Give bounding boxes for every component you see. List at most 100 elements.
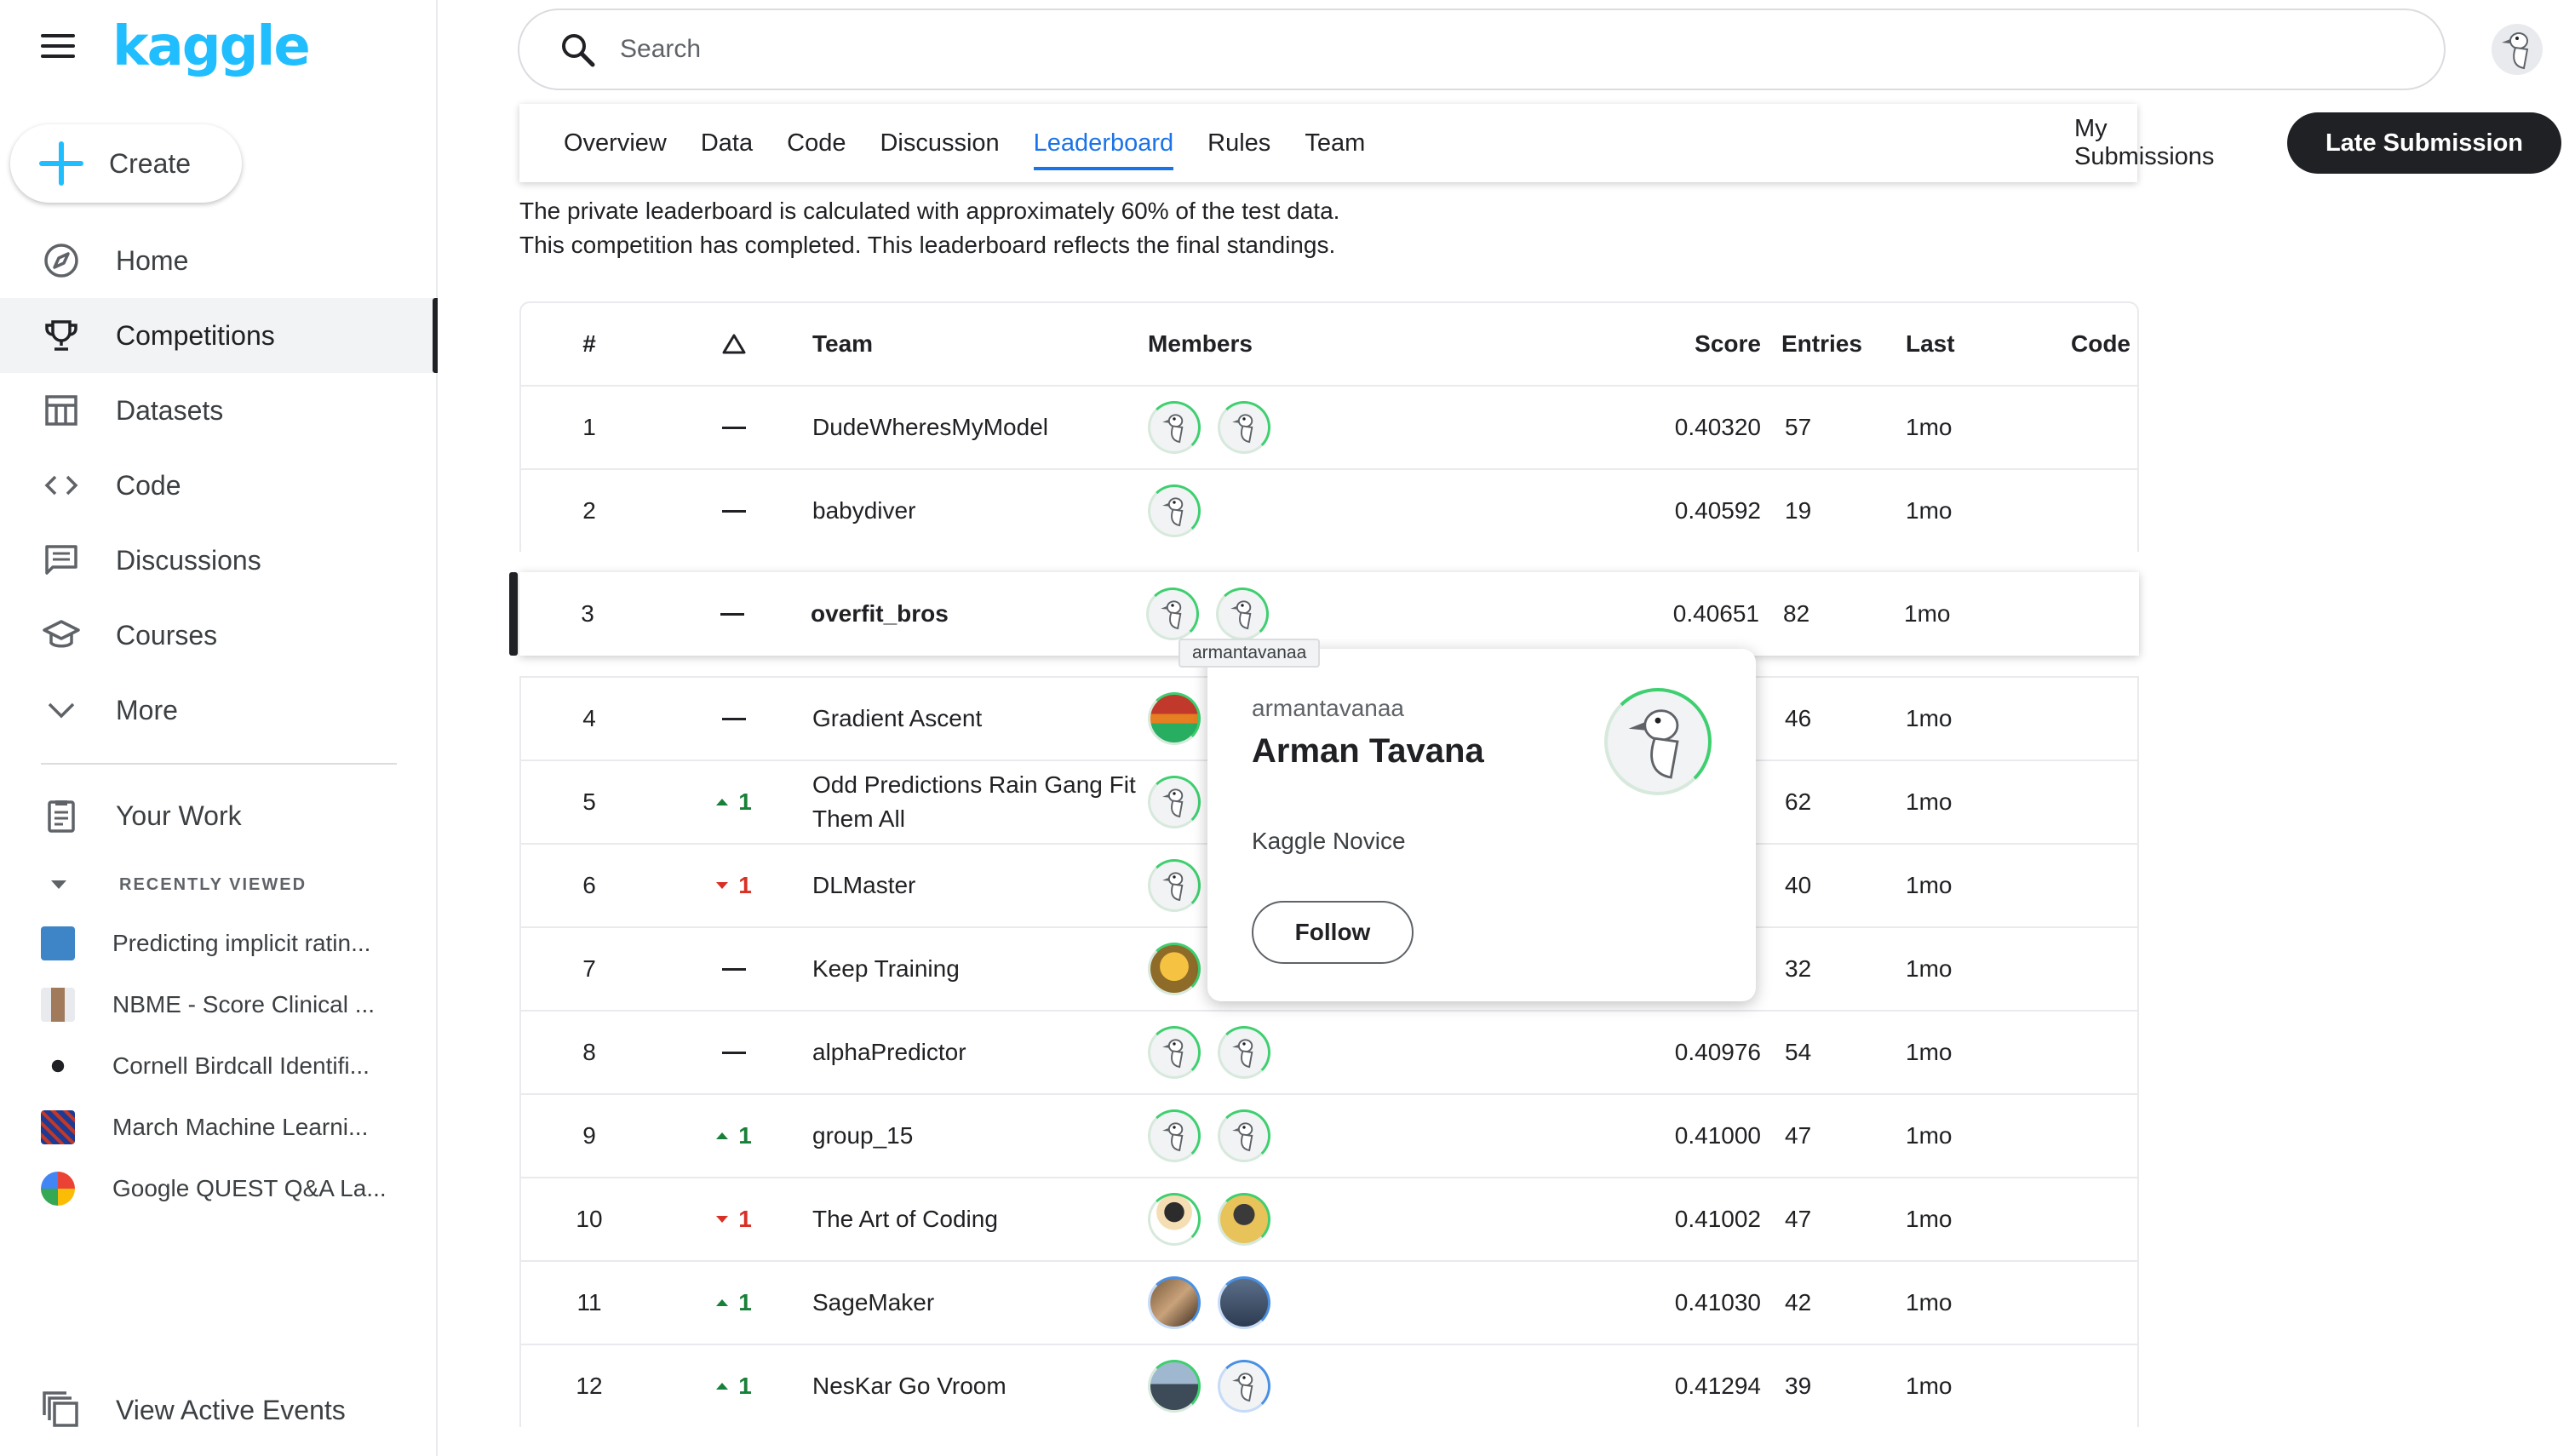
card-tier: Kaggle Novice <box>1252 828 1406 854</box>
header-last[interactable]: Last <box>1906 303 2008 385</box>
tab-discussion[interactable]: Discussion <box>880 104 999 182</box>
team-name[interactable]: The Art of Coding <box>812 1178 1153 1260</box>
member-avatar[interactable] <box>1218 1109 1270 1162</box>
table-row[interactable]: 3 overfit_bros 0.40651 82 1mo <box>509 572 2139 656</box>
members-cell <box>1148 387 1488 468</box>
sidebar-item-code[interactable]: Code <box>0 448 438 523</box>
delta-cell: 1 <box>691 1345 777 1427</box>
member-avatar[interactable] <box>1146 588 1199 640</box>
search-input[interactable] <box>620 35 2238 64</box>
events-icon <box>41 1390 82 1430</box>
create-button[interactable]: Create <box>10 124 242 203</box>
sidebar-item-your-work[interactable]: Your Work <box>0 778 438 853</box>
member-avatar[interactable] <box>1216 588 1269 640</box>
tab-code[interactable]: Code <box>787 104 846 182</box>
view-active-events[interactable]: View Active Events <box>0 1373 438 1447</box>
entries-cell: 47 <box>1785 1122 1812 1149</box>
entries-cell: 46 <box>1785 705 1812 731</box>
member-avatar[interactable] <box>1218 1276 1270 1329</box>
my-submissions-link[interactable]: My Submissions <box>2074 115 2214 171</box>
card-username: armantavanaa <box>1252 695 1405 721</box>
user-avatar[interactable] <box>2492 24 2543 75</box>
team-name[interactable]: babydiver <box>812 470 1153 552</box>
table-row[interactable]: 10 1 The Art of Coding 0.41002 47 1mo <box>519 1177 2139 1260</box>
recent-item[interactable]: Google QUEST Q&A La... <box>41 1158 387 1219</box>
member-avatar[interactable] <box>1148 1276 1201 1329</box>
table-row[interactable]: 8 alphaPredictor 0.40976 54 1mo <box>519 1010 2139 1093</box>
member-avatar[interactable] <box>1218 401 1270 454</box>
team-name[interactable]: DudeWheresMyModel <box>812 387 1153 468</box>
member-avatar[interactable] <box>1218 1026 1270 1079</box>
delta-cell <box>691 387 777 468</box>
tab-leaderboard[interactable]: Leaderboard <box>1033 104 1174 182</box>
header-team[interactable]: Team <box>812 303 1153 385</box>
member-avatar[interactable] <box>1148 1193 1201 1246</box>
table-row[interactable]: 11 1 SageMaker 0.41030 42 1mo <box>519 1260 2139 1344</box>
card-avatar[interactable] <box>1604 688 1712 795</box>
entries-cell: 62 <box>1785 788 1812 815</box>
rank-up-indicator: 1 <box>716 1373 752 1400</box>
rank-up-indicator: 1 <box>716 1289 752 1316</box>
delta-icon <box>722 334 746 354</box>
tab-team[interactable]: Team <box>1305 104 1365 182</box>
entries-cell: 40 <box>1785 872 1812 898</box>
member-avatar[interactable] <box>1148 943 1201 995</box>
search-bar[interactable] <box>518 9 2446 90</box>
table-row[interactable]: 12 1 NesKar Go Vroom 0.41294 39 1mo <box>519 1344 2139 1427</box>
team-name[interactable]: alphaPredictor <box>812 1012 1153 1093</box>
team-name[interactable]: group_15 <box>812 1095 1153 1177</box>
recent-item[interactable]: March Machine Learni... <box>41 1097 387 1158</box>
member-avatar[interactable] <box>1148 776 1201 828</box>
team-name[interactable]: Odd Predictions Rain Gang Fit Them All <box>812 761 1153 843</box>
member-avatar[interactable] <box>1148 859 1201 912</box>
entries-cell: 82 <box>1783 600 1810 627</box>
card-fullname[interactable]: Arman Tavana <box>1252 732 1484 771</box>
header-entries[interactable]: Entries <box>1773 303 1875 385</box>
header-delta[interactable] <box>691 303 777 385</box>
recent-item[interactable]: NBME - Score Clinical ... <box>41 974 387 1035</box>
member-avatar[interactable] <box>1218 1360 1270 1413</box>
header-rank[interactable]: # <box>521 303 657 385</box>
score-cell: 0.41030 <box>1674 1289 1761 1316</box>
arrow-up-icon <box>716 1132 729 1139</box>
caret-down-icon <box>51 880 66 889</box>
tab-data[interactable]: Data <box>701 104 753 182</box>
member-avatar[interactable] <box>1148 1026 1201 1079</box>
late-submission-button[interactable]: Late Submission <box>2287 112 2561 174</box>
team-name[interactable]: overfit_bros <box>811 572 1151 656</box>
team-name[interactable]: DLMaster <box>812 845 1153 926</box>
member-avatar[interactable] <box>1148 1360 1201 1413</box>
sidebar-item-discussions[interactable]: Discussions <box>0 523 438 598</box>
member-avatar[interactable] <box>1148 692 1201 745</box>
recent-item-label: NBME - Score Clinical ... <box>112 991 376 1017</box>
team-name[interactable]: Keep Training <box>812 928 1153 1010</box>
sidebar-item-datasets[interactable]: Datasets <box>0 373 438 448</box>
table-row[interactable]: 9 1 group_15 0.41000 47 1mo <box>519 1093 2139 1177</box>
recent-item[interactable]: Predicting implicit ratin... <box>41 913 387 974</box>
follow-button[interactable]: Follow <box>1252 901 1414 964</box>
member-avatar[interactable] <box>1148 401 1201 454</box>
rank-cell: 9 <box>582 1122 596 1149</box>
recently-viewed-toggle[interactable]: RECENTLY VIEWED <box>41 872 307 897</box>
sidebar-item-competitions[interactable]: Competitions <box>0 298 438 373</box>
tab-overview[interactable]: Overview <box>564 104 667 182</box>
member-avatar[interactable] <box>1148 484 1201 537</box>
kaggle-logo[interactable]: kaggle <box>112 15 311 78</box>
tab-rules[interactable]: Rules <box>1207 104 1270 182</box>
member-avatar[interactable] <box>1148 1109 1201 1162</box>
table-row[interactable]: 1 DudeWheresMyModel 0.40320 57 1mo <box>519 385 2139 468</box>
team-name[interactable]: NesKar Go Vroom <box>812 1345 1153 1427</box>
sidebar-item-home[interactable]: Home <box>0 223 438 298</box>
table-row[interactable]: 2 babydiver 0.40592 19 1mo <box>519 468 2139 552</box>
sidebar-item-label: Code <box>116 469 181 501</box>
team-name[interactable]: SageMaker <box>812 1262 1153 1344</box>
header-score[interactable]: Score <box>1500 303 1761 385</box>
recent-item[interactable]: Cornell Birdcall Identifi... <box>41 1035 387 1097</box>
team-name[interactable]: Gradient Ascent <box>812 678 1153 760</box>
no-change-dash <box>722 1051 746 1054</box>
sidebar-item-more[interactable]: More <box>0 673 438 748</box>
sidebar-item-courses[interactable]: Courses <box>0 598 438 673</box>
member-avatar[interactable] <box>1218 1193 1270 1246</box>
arrow-up-icon <box>716 1383 729 1390</box>
menu-icon[interactable] <box>41 34 75 60</box>
